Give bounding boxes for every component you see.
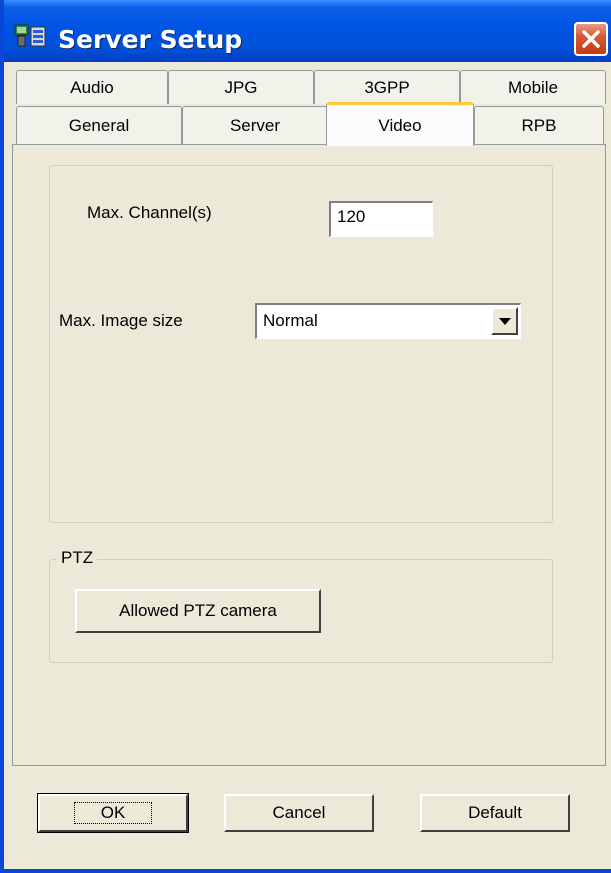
tab-jpg[interactable]: JPG	[168, 70, 314, 104]
max-image-size-select[interactable]: Normal	[255, 303, 521, 339]
tab-audio[interactable]: Audio	[16, 70, 168, 104]
ptz-group-label: PTZ	[57, 548, 98, 568]
tab-rpb[interactable]: RPB	[474, 106, 604, 144]
tab-mobile[interactable]: Mobile	[460, 70, 606, 104]
tab-panel-video: Max. Channel(s) 120 Max. Image size Norm…	[12, 144, 606, 766]
chevron-down-icon	[499, 318, 511, 325]
dialog-body: Audio JPG 3GPP Mobile General Server Vid…	[8, 62, 611, 869]
server-setup-window: Server Setup Audio JPG 3GPP Mobile Gener…	[0, 0, 611, 873]
dropdown-button[interactable]	[491, 307, 518, 335]
max-image-size-label: Max. Image size	[59, 311, 183, 330]
app-icon	[14, 23, 48, 49]
tab-server[interactable]: Server	[182, 106, 328, 144]
cancel-button[interactable]: Cancel	[224, 794, 374, 832]
tab-video[interactable]: Video	[326, 102, 474, 146]
ok-button[interactable]: OK	[37, 793, 189, 833]
allowed-ptz-camera-button[interactable]: Allowed PTZ camera	[75, 589, 321, 633]
default-button[interactable]: Default	[420, 794, 570, 832]
title-bar[interactable]: Server Setup	[4, 0, 611, 62]
close-icon	[582, 30, 600, 48]
window-title: Server Setup	[58, 25, 243, 54]
max-channels-label: Max. Channel(s)	[87, 203, 212, 222]
tab-3gpp[interactable]: 3GPP	[314, 70, 460, 104]
max-channels-input[interactable]: 120	[329, 201, 433, 237]
tab-general[interactable]: General	[16, 106, 182, 144]
close-button[interactable]	[574, 22, 608, 56]
